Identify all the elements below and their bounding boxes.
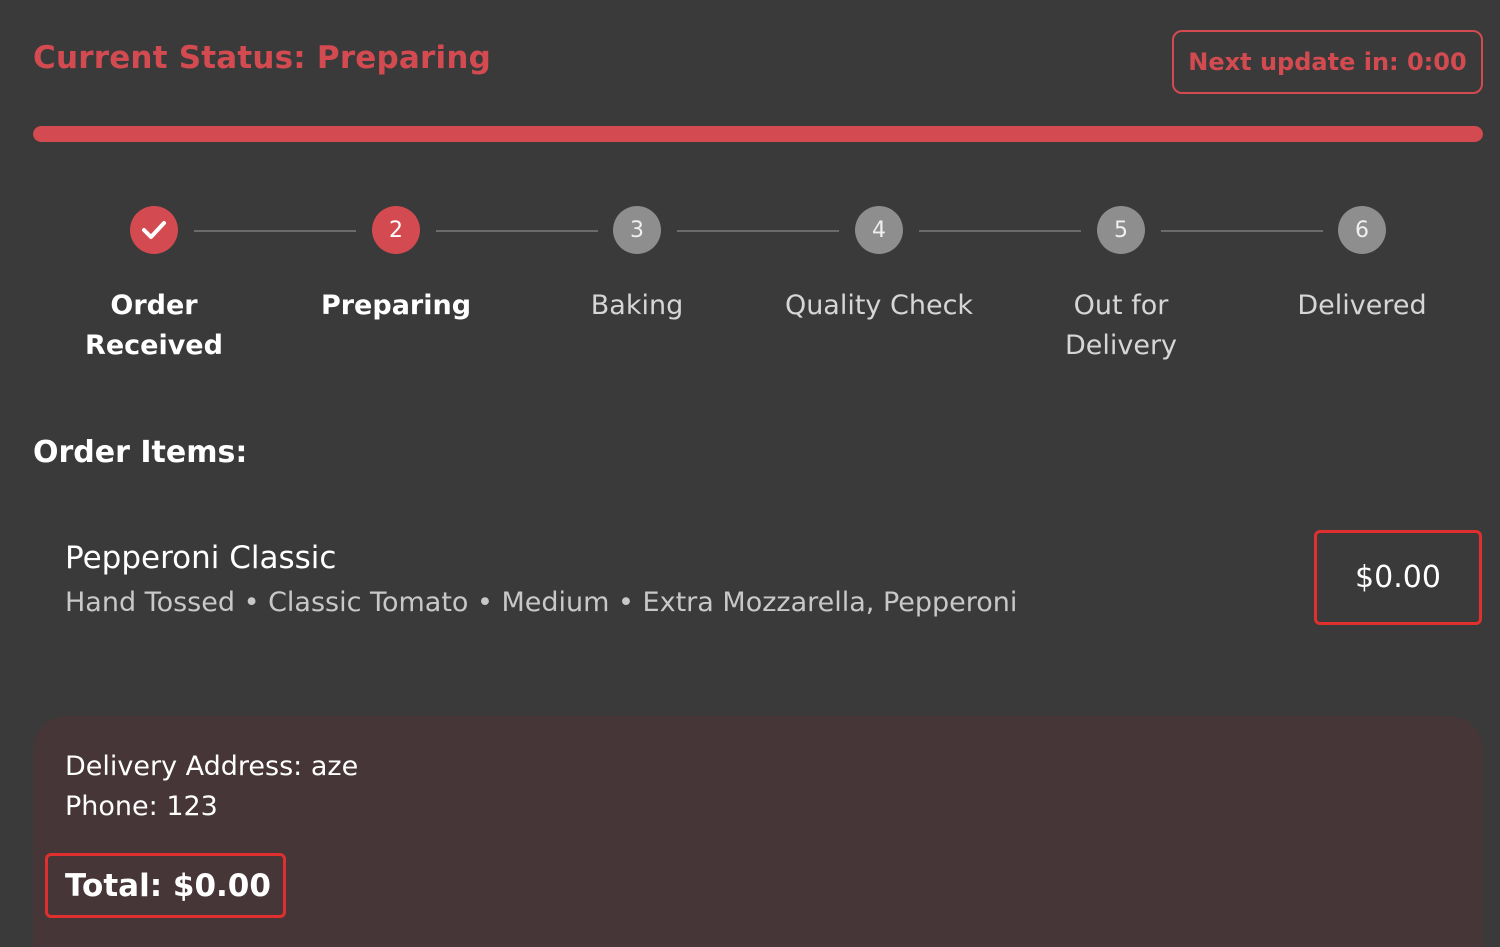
check-icon [142, 221, 166, 239]
step-label-quality-check: Quality Check [784, 290, 974, 321]
step-label-baking: Baking [590, 290, 684, 321]
item-price: $0.00 [1314, 530, 1482, 625]
step-connector [677, 230, 839, 232]
step-connector [1161, 230, 1323, 232]
step-2-circle: 2 [372, 206, 420, 254]
step-label-preparing: Preparing [320, 290, 472, 321]
step-connector [919, 230, 1081, 232]
step-label-delivered: Delivered [1297, 290, 1427, 321]
order-steps: 2 3 4 5 6 Order Received Preparing Bakin… [0, 0, 1500, 400]
step-label-order-received: Order Received [85, 290, 223, 361]
phone-number: Phone: 123 [65, 791, 218, 822]
step-1-done-circle [130, 206, 178, 254]
step-label-out-for-delivery: Out for Delivery [1064, 290, 1178, 361]
step-connector [436, 230, 598, 232]
order-tracker-page: Current Status: Preparing Next update in… [0, 0, 1500, 947]
item-details: Hand Tossed • Classic Tomato • Medium • … [65, 587, 1018, 618]
order-items-heading: Order Items: [33, 435, 248, 470]
step-4-circle: 4 [855, 206, 903, 254]
step-5-circle: 5 [1097, 206, 1145, 254]
step-6-circle: 6 [1338, 206, 1386, 254]
delivery-address: Delivery Address: aze [65, 751, 359, 782]
item-name: Pepperoni Classic [65, 540, 337, 576]
step-connector [194, 230, 356, 232]
step-3-circle: 3 [613, 206, 661, 254]
order-total: Total: $0.00 [45, 853, 286, 918]
